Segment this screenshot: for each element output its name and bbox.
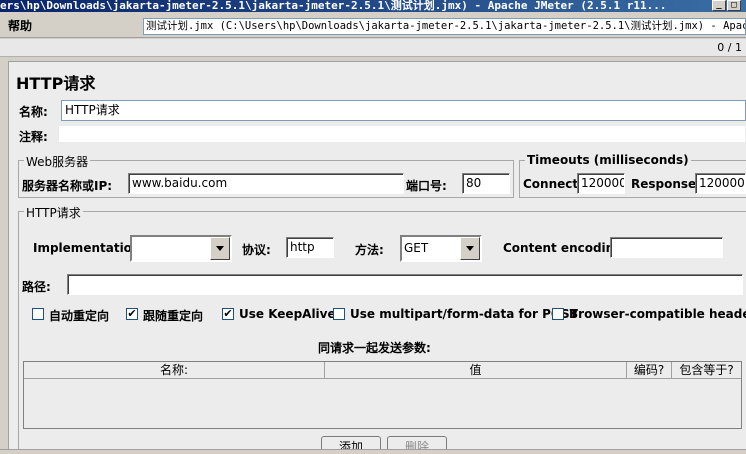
column-header-include-equals[interactable]: 包含等于?	[672, 362, 741, 379]
http-request-legend: HTTP请求	[24, 204, 83, 221]
name-input[interactable]: HTTP请求	[61, 100, 746, 121]
implementation-label: Implementation:	[33, 241, 146, 255]
encoding-input[interactable]	[610, 237, 723, 258]
encoding-label: Content encoding:	[503, 241, 628, 255]
comment-label: 注释:	[19, 130, 48, 144]
params-title: 同请求一起发送参数:	[318, 341, 431, 355]
chevron-down-icon[interactable]	[210, 237, 230, 260]
option-label: 跟随重定向	[143, 309, 204, 323]
column-header-value[interactable]: 值	[325, 362, 627, 379]
server-label: 服务器名称或IP:	[22, 179, 113, 193]
page-title: HTTP请求	[16, 74, 96, 93]
checkbox[interactable]	[32, 308, 44, 320]
window-title-bar: ers\hp\Downloads\jakarta-jmeter-2.5.1\ja…	[0, 0, 746, 12]
minimize-button[interactable]: _	[712, 0, 726, 11]
method-label: 方法:	[355, 243, 384, 257]
chevron-down-icon[interactable]	[460, 237, 480, 260]
port-label: 端口号:	[406, 179, 447, 193]
horizontal-scrollbar[interactable]	[0, 449, 746, 454]
comment-input[interactable]	[58, 125, 746, 143]
checkbox[interactable]	[333, 308, 345, 320]
error-counter: 0 / 1	[717, 41, 742, 54]
checkbox[interactable]	[552, 308, 564, 320]
implementation-select[interactable]	[130, 235, 232, 262]
response-timeout-input[interactable]: 120000	[695, 173, 746, 194]
option-label: Use KeepAlive	[239, 307, 336, 321]
server-input[interactable]: www.baidu.com	[128, 173, 404, 194]
path-label: 路径:	[22, 280, 51, 294]
column-header-name[interactable]: 名称:	[24, 362, 325, 379]
web-server-legend: Web服务器	[24, 153, 91, 170]
option-label: Use multipart/form-data for POST	[350, 307, 578, 321]
maximize-button[interactable]: □	[727, 0, 741, 11]
name-label: 名称:	[19, 105, 48, 119]
checkmark-icon[interactable]: ✔	[126, 308, 138, 320]
checkmark-icon[interactable]: ✔	[222, 308, 234, 320]
connect-label: Connect:	[523, 177, 583, 191]
protocol-label: 协议:	[242, 243, 271, 257]
menu-help[interactable]: 帮助	[8, 17, 32, 34]
protocol-input[interactable]: http	[286, 237, 334, 258]
timeouts-legend: Timeouts (milliseconds)	[525, 153, 691, 167]
column-header-encode[interactable]: 编码?	[627, 362, 672, 379]
window-title: ers\hp\Downloads\jakarta-jmeter-2.5.1\ja…	[0, 0, 667, 12]
option-label: 自动重定向	[49, 309, 110, 323]
connect-timeout-input[interactable]: 120000	[577, 173, 625, 194]
status-strip	[0, 39, 746, 57]
method-value: GET	[404, 241, 429, 255]
option-label: Browser-compatible headers	[569, 307, 746, 321]
response-label: Response:	[631, 177, 701, 191]
path-input[interactable]	[67, 274, 743, 295]
file-path-display: 测试计划.jmx (C:\Users\hp\Downloads\jakarta-…	[143, 18, 746, 35]
params-table[interactable]: 名称: 值 编码? 包含等于?	[23, 361, 742, 429]
method-select[interactable]: GET	[400, 235, 482, 262]
port-input[interactable]: 80	[462, 173, 510, 194]
